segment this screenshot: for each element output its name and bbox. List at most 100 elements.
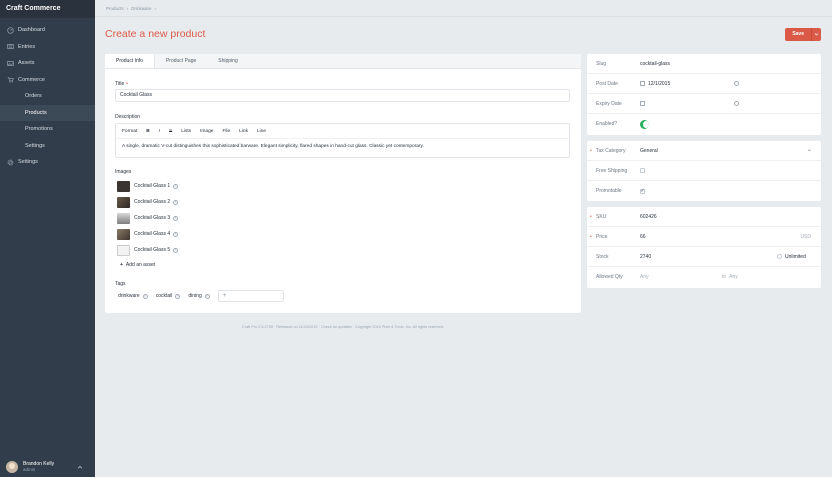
image-item[interactable]: Cocktail Glass 5 × xyxy=(117,242,179,258)
promotable-checkbox[interactable]: ✓ xyxy=(640,188,645,194)
allowed-min-input[interactable]: Any xyxy=(640,274,722,280)
sidebar-item-commerce-settings[interactable]: Settings xyxy=(0,138,95,155)
stock-input[interactable]: 2740 xyxy=(640,254,651,260)
calendar-icon[interactable] xyxy=(640,101,645,106)
price-input[interactable]: 66 xyxy=(640,234,646,240)
link-button[interactable]: Link xyxy=(239,129,248,134)
images-label: Images xyxy=(115,169,132,175)
sidebar-item-promotions[interactable]: Promotions xyxy=(0,121,95,138)
clock-icon[interactable] xyxy=(734,101,739,106)
image-item[interactable]: Cocktail Glass 1 × xyxy=(117,178,179,194)
sidebar-item-orders[interactable]: Orders xyxy=(0,88,95,105)
price-row: Price 66 USD xyxy=(587,227,821,247)
allowed-max-input[interactable]: Any xyxy=(729,274,738,280)
remove-icon[interactable]: × xyxy=(173,247,179,253)
save-button[interactable]: Save xyxy=(785,28,811,41)
remove-icon[interactable]: × xyxy=(173,199,179,205)
promotable-label: Promotable xyxy=(596,188,622,194)
user-menu[interactable]: Brandon Kelly admin xyxy=(0,457,95,477)
assets-icon xyxy=(6,59,14,67)
tag-chip[interactable]: dining × xyxy=(188,293,210,299)
image-thumbnail xyxy=(117,244,130,256)
image-item[interactable]: Cocktail Glass 3 × xyxy=(117,210,179,226)
tab-product-page[interactable]: Product Page xyxy=(155,54,207,68)
free-shipping-label: Free Shipping xyxy=(596,167,628,174)
sidebar-item-label: Products xyxy=(25,109,47,116)
remove-icon[interactable]: × xyxy=(204,293,210,299)
italic-button[interactable]: I xyxy=(159,129,160,134)
format-button[interactable]: Format xyxy=(122,129,137,134)
free-shipping-row: Free Shipping xyxy=(587,161,821,181)
breadcrumb-separator: › xyxy=(126,5,129,11)
breadcrumb: Products › Drinkware › xyxy=(95,0,832,17)
sidebar-item-entries[interactable]: Entries xyxy=(0,39,95,56)
tags-label: Tags xyxy=(115,281,126,287)
app-name[interactable]: Craft Commerce xyxy=(0,0,95,18)
expiry-date-row: Expiry Date xyxy=(587,94,821,114)
sidebar-item-dashboard[interactable]: Dashboard xyxy=(0,22,95,39)
dashboard-icon xyxy=(6,26,14,34)
cart-icon xyxy=(6,76,14,84)
sidebar-item-products[interactable]: Products xyxy=(0,104,95,121)
slug-input[interactable]: cocktail-glass xyxy=(640,61,670,67)
tax-category-label: Tax Category xyxy=(587,148,640,154)
clock-icon[interactable] xyxy=(734,81,739,86)
unlimited-checkbox[interactable]: Unlimited xyxy=(777,254,806,260)
tags-field: drinkware × cocktail × dining × + xyxy=(118,290,284,302)
breadcrumb-products[interactable]: Products xyxy=(106,6,124,11)
post-date-input[interactable]: 12/1/2015 xyxy=(648,81,670,87)
title-input[interactable]: Cocktail Glass xyxy=(115,89,570,102)
image-item[interactable]: Cocktail Glass 4 × xyxy=(117,226,179,242)
page-title: Create a new product xyxy=(105,28,206,40)
lists-button[interactable]: Lists xyxy=(181,129,191,134)
tag-chip[interactable]: cocktail × xyxy=(156,293,181,299)
add-asset-button[interactable]: + Add an asset xyxy=(120,262,155,268)
footer: Craft Pro 2.5.2755 · Released on 11/24/2… xyxy=(241,325,445,329)
remove-icon[interactable]: × xyxy=(175,293,181,299)
description-editor[interactable]: Format B I S Lists Image File Link Line … xyxy=(115,123,570,158)
sku-row: SKU 602426 xyxy=(587,207,821,227)
tab-product-info[interactable]: Product Info xyxy=(105,54,155,68)
image-button[interactable]: Image xyxy=(200,129,213,134)
sku-input[interactable]: 602426 xyxy=(640,214,657,220)
strikethrough-button[interactable]: S xyxy=(169,129,172,134)
image-item[interactable]: Cocktail Glass 2 × xyxy=(117,194,179,210)
bold-button[interactable]: B xyxy=(146,129,149,134)
tax-category-select[interactable]: General xyxy=(640,148,658,154)
free-shipping-checkbox[interactable] xyxy=(640,168,645,173)
chevron-up-icon[interactable] xyxy=(77,464,83,470)
tab-shipping[interactable]: Shipping xyxy=(207,54,248,68)
tag-chip[interactable]: drinkware × xyxy=(118,293,148,299)
images-list: Cocktail Glass 1 × Cocktail Glass 2 × Co… xyxy=(117,178,179,258)
remove-icon[interactable]: × xyxy=(142,293,148,299)
line-button[interactable]: Line xyxy=(257,129,266,134)
enabled-row: Enabled? xyxy=(587,114,821,134)
breadcrumb-drinkware[interactable]: Drinkware xyxy=(131,6,151,11)
sidebar-item-settings[interactable]: Settings xyxy=(0,154,95,171)
stock-row: Stock 2740 Unlimited xyxy=(587,247,821,267)
remove-icon[interactable]: × xyxy=(173,215,179,221)
save-button-group: Save xyxy=(785,28,821,41)
sidebar-item-label: Settings xyxy=(25,142,45,149)
sidebar-item-label: Dashboard xyxy=(18,27,45,33)
slug-row: Slug cocktail-glass xyxy=(587,54,821,74)
remove-icon[interactable]: × xyxy=(173,183,179,189)
sidebar-item-label: Assets xyxy=(18,60,35,66)
chevron-down-icon[interactable] xyxy=(807,148,812,153)
sidebar-item-assets[interactable]: Assets xyxy=(0,55,95,72)
image-name: Cocktail Glass 5 xyxy=(134,247,171,253)
image-name: Cocktail Glass 4 xyxy=(134,231,171,237)
save-menu-button[interactable] xyxy=(811,28,821,41)
stock-label: Stock xyxy=(596,253,609,260)
post-date-row: Post Date 12/1/2015 xyxy=(587,74,821,94)
remove-icon[interactable]: × xyxy=(173,231,179,237)
image-thumbnail xyxy=(117,196,130,208)
sidebar: Craft Commerce Dashboard Entries Assets … xyxy=(0,0,95,477)
enabled-toggle[interactable] xyxy=(640,119,649,129)
calendar-icon[interactable] xyxy=(640,81,645,86)
sidebar-item-commerce[interactable]: Commerce xyxy=(0,72,95,89)
description-text[interactable]: A single, dramatic V-cut distinguishes t… xyxy=(116,139,569,154)
file-button[interactable]: File xyxy=(222,129,230,134)
image-name: Cocktail Glass 2 xyxy=(134,199,171,205)
tag-input[interactable]: + xyxy=(217,290,284,302)
